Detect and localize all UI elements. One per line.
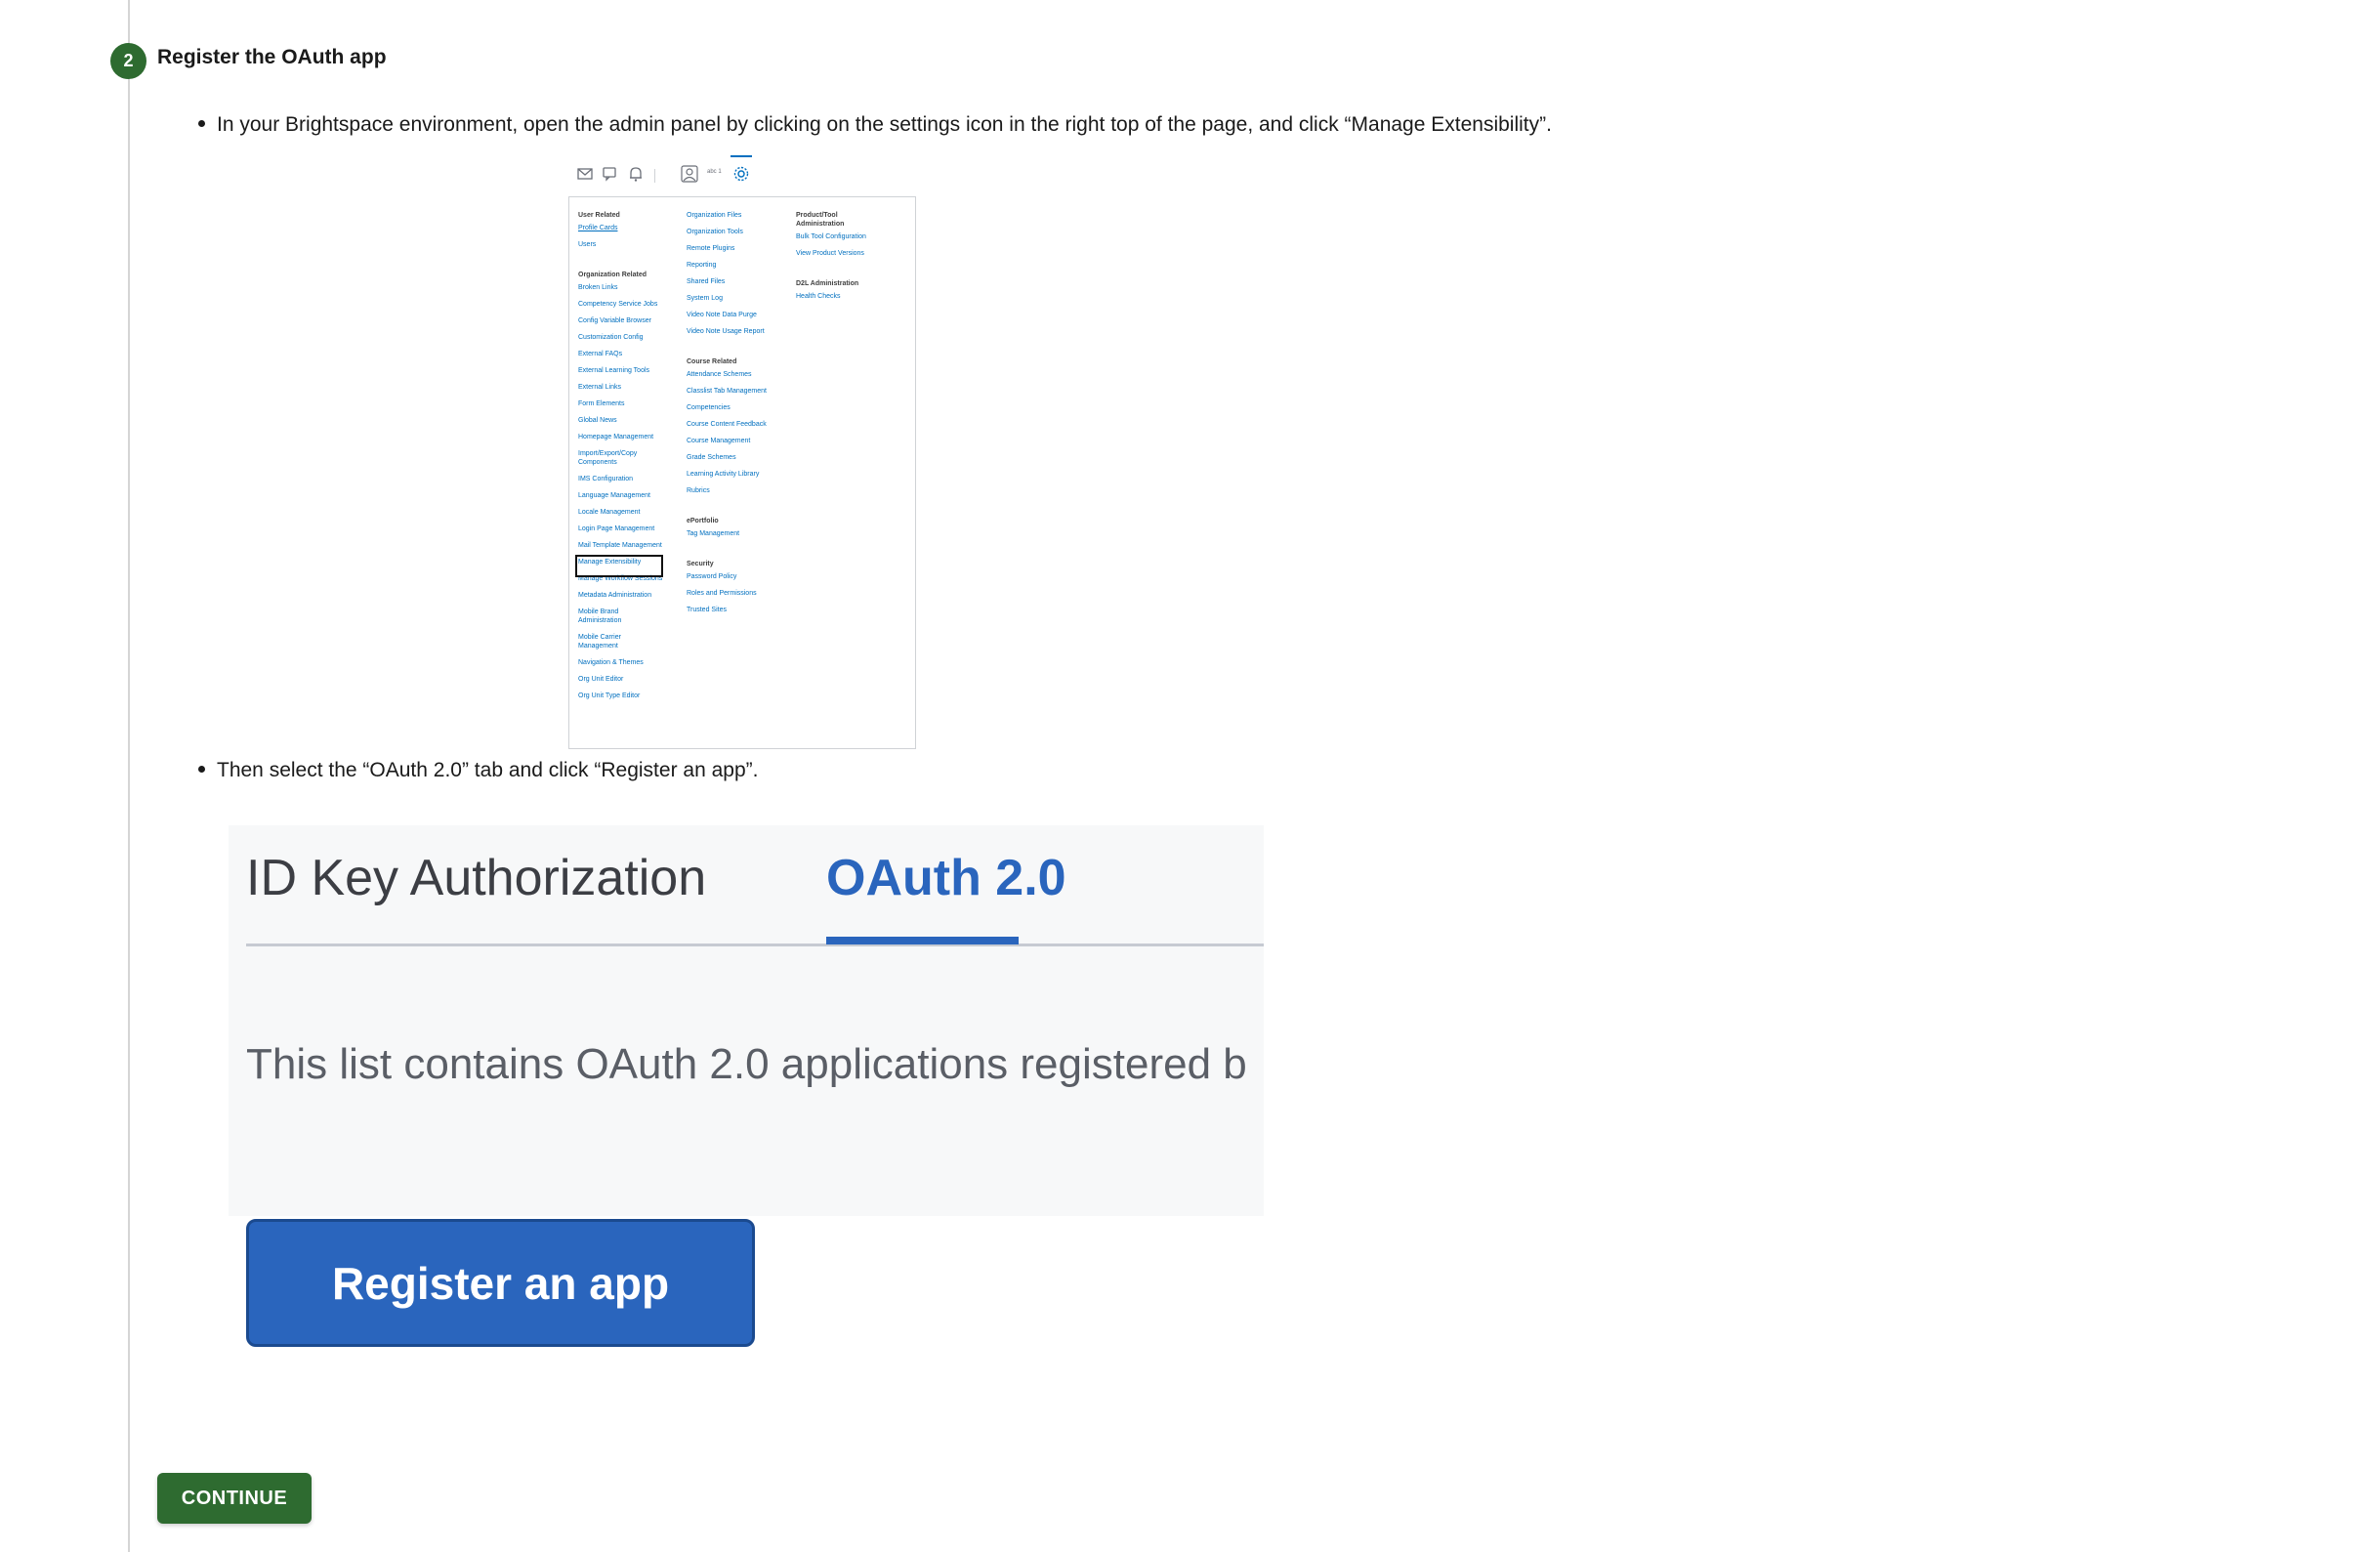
admin-link: External Learning Tools	[578, 367, 650, 374]
admin-panel-screenshot: abc 1 User Related Profile Cards Users O…	[566, 151, 918, 749]
admin-link: Config Variable Browser	[578, 317, 651, 324]
admin-link: Remote Plugins	[687, 245, 735, 252]
gear-icon	[733, 166, 749, 182]
bullet-dot	[198, 120, 205, 127]
admin-link: Navigation & Themes	[578, 659, 644, 666]
admin-column-2: Organization Files Organization Tools Re…	[687, 211, 767, 622]
admin-link: Classlist Tab Management	[687, 388, 767, 395]
step-timeline-rail	[128, 0, 130, 1552]
admin-link: Trusted Sites	[687, 607, 727, 613]
mail-icon	[577, 168, 593, 180]
admin-link: Import/Export/Copy Components	[578, 450, 638, 466]
step-number-badge: 2	[110, 43, 146, 79]
admin-link: Homepage Management	[578, 434, 654, 440]
admin-link: IMS Configuration	[578, 476, 634, 482]
section-heading: Product/Tool Administration	[796, 212, 845, 228]
admin-link: Language Management	[578, 492, 650, 499]
tab-active-indicator	[826, 937, 1019, 944]
chat-icon	[603, 167, 616, 182]
tab-divider	[246, 944, 1264, 946]
instruction-item: In your Brightspace environment, open th…	[198, 113, 1552, 137]
tab-id-key-authorization: ID Key Authorization	[246, 850, 707, 906]
admin-link: Organization Tools	[687, 229, 743, 235]
admin-link: Broken Links	[578, 284, 618, 291]
admin-link: Course Management	[687, 438, 751, 444]
tab-oauth-2: OAuth 2.0	[826, 850, 1066, 906]
section-heading: ePortfolio	[687, 518, 719, 524]
admin-link: Mail Template Management	[578, 542, 662, 549]
section-heading: Course Related	[687, 358, 737, 365]
admin-link: Rubrics	[687, 487, 710, 494]
admin-link: Form Elements	[578, 400, 625, 407]
admin-link: Password Policy	[687, 573, 737, 580]
admin-column-3: Product/Tool Administration Bulk Tool Co…	[796, 211, 866, 309]
register-app-button: Register an app	[246, 1219, 755, 1347]
admin-link: System Log	[687, 295, 723, 302]
admin-link: Attendance Schemes	[687, 371, 752, 378]
user-icon	[681, 165, 698, 183]
admin-link: Video Note Usage Report	[687, 328, 765, 335]
admin-link: Reporting	[687, 262, 717, 269]
admin-link: Bulk Tool Configuration	[796, 233, 866, 240]
admin-link: Org Unit Type Editor	[578, 692, 641, 699]
bullet-dot	[198, 766, 205, 773]
admin-link: Org Unit Editor	[578, 676, 624, 683]
oauth-tab-screenshot: ID Key Authorization OAuth 2.0 This list…	[229, 825, 1264, 1348]
instruction-text: In your Brightspace environment, open th…	[217, 113, 1552, 136]
admin-link: Profile Cards	[578, 225, 618, 231]
admin-link: Competencies	[687, 404, 731, 411]
section-heading: D2L Administration	[796, 280, 859, 287]
admin-link: Customization Config	[578, 334, 644, 341]
section-heading: Organization Related	[578, 272, 647, 278]
admin-link: Login Page Management	[578, 525, 655, 532]
instruction-item: Then select the “OAuth 2.0” tab and clic…	[198, 759, 758, 782]
manage-extensibility-link: Manage Extensibility	[575, 555, 663, 577]
admin-link: Roles and Permissions	[687, 590, 757, 597]
instruction-text: Then select the “OAuth 2.0” tab and clic…	[217, 759, 759, 781]
admin-link: View Product Versions	[796, 250, 864, 257]
admin-link: Course Content Feedback	[687, 421, 767, 428]
section-heading: User Related	[578, 212, 620, 219]
admin-link: Manage Workflow Sessions	[578, 575, 663, 582]
oauth-description: This list contains OAuth 2.0 application…	[246, 1040, 1247, 1088]
admin-link: Shared Files	[687, 278, 726, 285]
step-title: Register the OAuth app	[157, 46, 387, 68]
brightspace-toolbar: abc 1	[566, 151, 918, 196]
admin-link: Mobile Brand Administration	[578, 608, 622, 624]
admin-link: Video Note Data Purge	[687, 312, 757, 318]
section-heading: Security	[687, 561, 714, 567]
admin-column-1: User Related Profile Cards Users Organiz…	[575, 211, 663, 708]
user-name-label: abc 1	[707, 169, 722, 175]
admin-link: Health Checks	[796, 293, 841, 300]
admin-link: External Links	[578, 384, 621, 391]
admin-link: Learning Activity Library	[687, 471, 760, 478]
toolbar-separator	[654, 169, 655, 183]
admin-link: Competency Service Jobs	[578, 301, 658, 308]
admin-link: Users	[578, 241, 597, 248]
admin-link: Metadata Administration	[578, 592, 652, 599]
admin-link: Grade Schemes	[687, 454, 736, 461]
admin-link: Tag Management	[687, 530, 740, 537]
continue-button[interactable]: CONTINUE	[157, 1473, 312, 1524]
admin-link: Locale Management	[578, 509, 641, 516]
admin-link: Global News	[578, 417, 617, 424]
admin-link: Mobile Carrier Management	[578, 634, 621, 650]
bell-icon	[630, 167, 642, 182]
admin-tools-panel: User Related Profile Cards Users Organiz…	[568, 196, 916, 749]
gear-active-indicator	[731, 155, 752, 157]
admin-link: Organization Files	[687, 212, 742, 219]
admin-link: External FAQs	[578, 351, 623, 357]
